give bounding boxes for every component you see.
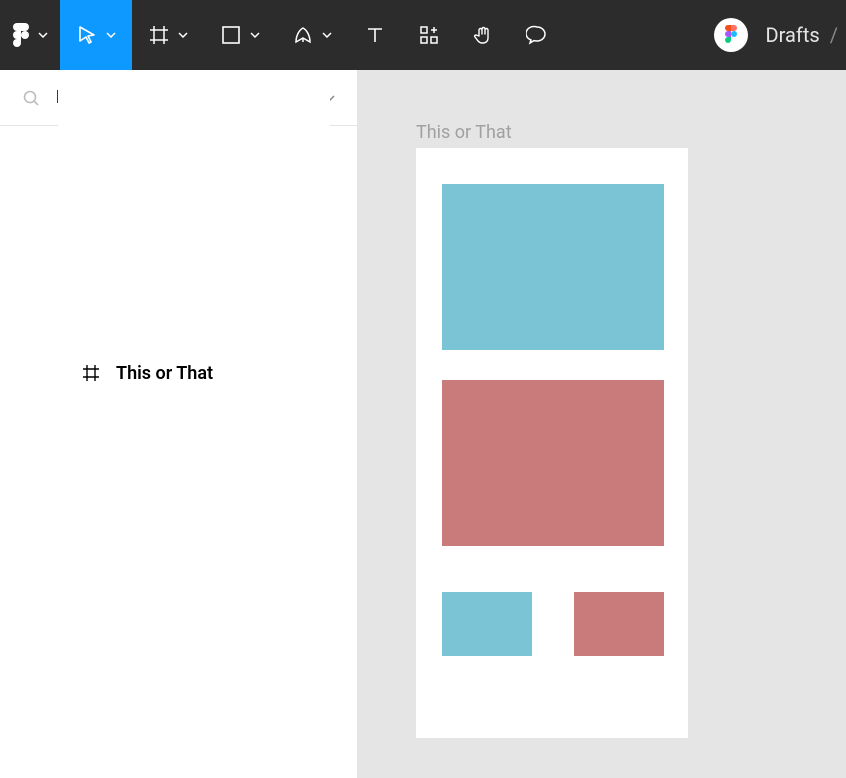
layer-frame-row[interactable]: This or That — [58, 78, 330, 668]
chevron-down-icon — [38, 32, 48, 38]
chevron-down-icon — [322, 32, 332, 38]
text-icon — [364, 24, 386, 46]
breadcrumb-location: Drafts — [766, 23, 820, 47]
resources-icon — [418, 24, 440, 46]
shape-tool-button[interactable] — [204, 0, 276, 70]
canvas-this-button[interactable] — [442, 592, 532, 656]
canvas-that-image[interactable] — [442, 380, 664, 546]
figma-logo-icon — [12, 22, 30, 48]
layer-label: This or That — [116, 363, 213, 384]
hand-icon — [472, 24, 494, 46]
search-button[interactable] — [22, 89, 40, 107]
breadcrumb[interactable]: Drafts / — [766, 23, 846, 47]
pen-tool-button[interactable] — [276, 0, 348, 70]
comment-icon — [526, 24, 548, 46]
comment-tool-button[interactable] — [510, 0, 564, 70]
resources-tool-button[interactable] — [402, 0, 456, 70]
user-avatar[interactable] — [714, 18, 748, 52]
left-sidebar: Layers Assets Page 1 This or That That B… — [0, 70, 358, 778]
canvas-frame[interactable] — [416, 148, 688, 738]
canvas-this-image[interactable] — [442, 184, 664, 350]
cursor-icon — [76, 24, 98, 46]
chevron-down-icon — [250, 32, 260, 38]
main-area: Layers Assets Page 1 This or That That B… — [0, 70, 846, 778]
figma-color-logo-icon — [724, 25, 738, 45]
frame-icon — [148, 24, 170, 46]
frame-icon — [80, 364, 102, 382]
move-tool-button[interactable] — [60, 0, 132, 70]
pen-icon — [292, 24, 314, 46]
layers-panel: This or That That Button This Button Tha… — [0, 126, 357, 334]
top-toolbar: Drafts / — [0, 0, 846, 70]
search-icon — [22, 89, 40, 107]
figma-menu-button[interactable] — [0, 0, 60, 70]
breadcrumb-separator: / — [830, 23, 838, 47]
frame-tool-button[interactable] — [132, 0, 204, 70]
canvas-that-button[interactable] — [574, 592, 664, 656]
canvas[interactable]: This or That — [358, 70, 846, 778]
canvas-frame-label[interactable]: This or That — [416, 122, 512, 143]
chevron-down-icon — [106, 32, 116, 38]
rectangle-icon — [220, 24, 242, 46]
hand-tool-button[interactable] — [456, 0, 510, 70]
chevron-down-icon — [178, 32, 188, 38]
text-tool-button[interactable] — [348, 0, 402, 70]
